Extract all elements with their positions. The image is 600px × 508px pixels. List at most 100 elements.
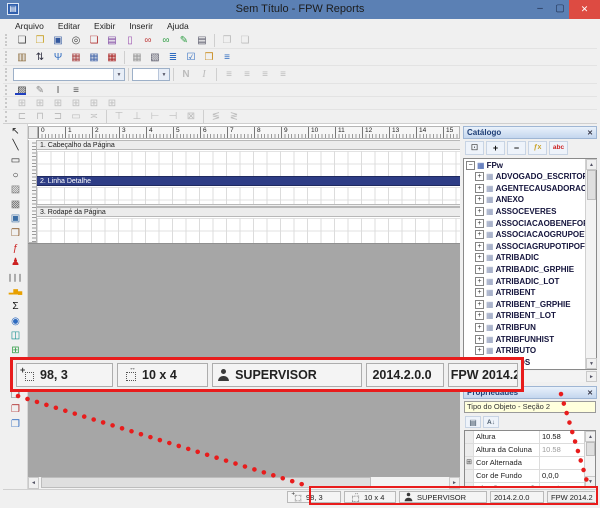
scroll-left-icon[interactable]: ◄ bbox=[28, 477, 39, 489]
align-button[interactable]: ≡ bbox=[274, 67, 292, 82]
toolbar-button[interactable]: ❏ bbox=[13, 33, 31, 48]
scroll-right-icon[interactable]: ► bbox=[586, 371, 597, 382]
palette-tool[interactable]: ❐ bbox=[3, 403, 28, 418]
toolbar-button[interactable]: ▯ bbox=[121, 33, 139, 48]
toolbar-button[interactable]: ∞ bbox=[157, 33, 175, 48]
toolbar-button[interactable]: ▧ bbox=[146, 50, 164, 65]
property-row[interactable]: Altura 10.58 bbox=[465, 431, 595, 444]
toolbar-button[interactable]: Ψ bbox=[49, 50, 67, 65]
palette-tool[interactable]: ◉ bbox=[3, 314, 28, 329]
catalog-tool-button[interactable]: abc bbox=[549, 141, 568, 155]
bold-button[interactable]: N bbox=[177, 67, 195, 82]
catalog-tree-item[interactable]: + ▦ ATRIBENT_GRPHIE bbox=[464, 299, 596, 311]
arrange-button[interactable]: ⊠ bbox=[182, 109, 200, 124]
arrange-button[interactable]: ⊤ bbox=[110, 109, 128, 124]
maximize-button[interactable]: ▢ bbox=[551, 0, 569, 19]
catalog-tree-item[interactable]: + ▦ ASSOCIACAOBENEFOPER bbox=[464, 217, 596, 229]
toolbar-button[interactable]: ❐ bbox=[31, 33, 49, 48]
catalog-tool-button[interactable]: ƒx bbox=[528, 141, 547, 155]
minimize-button[interactable]: – bbox=[531, 0, 549, 19]
catalog-tree-item[interactable]: + ▦ ATRIBFUN bbox=[464, 322, 596, 334]
tree-expand-icon[interactable]: + bbox=[475, 311, 484, 320]
catalog-tree-item[interactable]: + ▦ ASSOCIAGRUPOTIPOFUN bbox=[464, 241, 596, 253]
property-expand-icon[interactable]: ⊞ bbox=[465, 457, 474, 469]
scrollbar-thumb[interactable] bbox=[586, 442, 595, 456]
arrange-button[interactable]: ▭ bbox=[67, 109, 85, 124]
catalog-tree-item[interactable]: + ▦ ATRIBADIC_GRPHIE bbox=[464, 264, 596, 276]
properties-tool-button[interactable]: ▤ bbox=[465, 416, 481, 428]
catalog-tree-item[interactable]: + ▦ ATRIBUTO bbox=[464, 345, 596, 357]
palette-tool[interactable]: ƒ bbox=[3, 241, 28, 256]
catalog-tree-item[interactable]: + ▦ ADVOGADO_ESCRITORIO bbox=[464, 171, 596, 183]
toolbar-button[interactable]: ▦ bbox=[103, 50, 121, 65]
palette-tool[interactable]: ▣ bbox=[3, 212, 28, 227]
toolbar-button[interactable]: ≡ bbox=[218, 50, 236, 65]
palette-tool[interactable]: ♟ bbox=[3, 255, 28, 270]
tree-expand-icon[interactable]: + bbox=[475, 219, 484, 228]
catalog-tree-item[interactable]: + ▦ ATRIBADIC_LOT bbox=[464, 275, 596, 287]
toolbar-button[interactable]: ▤ bbox=[193, 33, 211, 48]
tree-expand-icon[interactable]: + bbox=[475, 300, 484, 309]
toolbar-button[interactable]: ▦ bbox=[67, 50, 85, 65]
toolbar-button[interactable]: ◎ bbox=[67, 33, 85, 48]
tree-expand-icon[interactable]: + bbox=[475, 288, 484, 297]
catalog-tree-item[interactable]: + ▦ ATRIBENT bbox=[464, 287, 596, 299]
toolbar-button[interactable]: ❒ bbox=[200, 50, 218, 65]
tree-expand-icon[interactable]: + bbox=[475, 195, 484, 204]
arrange-button[interactable]: ⊢ bbox=[146, 109, 164, 124]
section-grid-detail-line[interactable] bbox=[37, 187, 460, 204]
catalog-tree-item[interactable]: + ▦ ATRIBFUNHIST bbox=[464, 333, 596, 345]
arrange-button[interactable]: ⊓ bbox=[31, 109, 49, 124]
palette-tool[interactable]: ▭ bbox=[3, 153, 28, 168]
section-band-page-header[interactable]: 1. Cabeçalho da Página bbox=[37, 140, 460, 150]
arrange-button[interactable]: ≍ bbox=[85, 109, 103, 124]
toolbar-button[interactable]: ∞ bbox=[139, 33, 157, 48]
menu-item[interactable]: Exibir bbox=[88, 21, 121, 31]
font-name-combo[interactable]: ▼ bbox=[13, 68, 125, 81]
palette-tool[interactable]: ╲ bbox=[3, 139, 28, 154]
property-row[interactable]: ⊞ Cor Alternada bbox=[465, 457, 595, 470]
tree-expand-icon[interactable]: + bbox=[475, 242, 484, 251]
section-band-detail-line[interactable]: 2. Linha Detalhe bbox=[37, 176, 460, 186]
tree-expand-icon[interactable]: + bbox=[475, 207, 484, 216]
tree-expand-icon[interactable]: + bbox=[475, 277, 484, 286]
toolbar-button[interactable]: ▦ bbox=[128, 50, 146, 65]
palette-tool[interactable]: ○ bbox=[3, 168, 28, 183]
arrange-button[interactable]: ⊏ bbox=[13, 109, 31, 124]
section-grid-page-header[interactable] bbox=[37, 151, 460, 176]
toolbar-grip[interactable] bbox=[5, 68, 10, 82]
palette-tool[interactable]: ∣∣∣ bbox=[3, 270, 28, 285]
toolbar-button[interactable]: ▣ bbox=[49, 33, 67, 48]
menu-item[interactable]: Inserir bbox=[123, 21, 159, 31]
properties-tool-button[interactable]: A↓ bbox=[483, 416, 499, 428]
catalog-tree-item[interactable]: + ▦ ANEXO bbox=[464, 194, 596, 206]
arrange-button[interactable]: ⊣ bbox=[164, 109, 182, 124]
italic-button[interactable]: I bbox=[195, 67, 213, 82]
catalog-tree-item[interactable]: + ▦ ATRIBADIC bbox=[464, 252, 596, 264]
menu-item[interactable]: Ajuda bbox=[161, 21, 195, 31]
toolbar-grip[interactable] bbox=[5, 34, 10, 47]
toolbar-button[interactable]: ❏ bbox=[85, 33, 103, 48]
align-button[interactable]: ≡ bbox=[220, 67, 238, 82]
toolbar-button[interactable]: ⇅ bbox=[31, 50, 49, 65]
properties-close-icon[interactable]: ✕ bbox=[587, 389, 593, 397]
catalog-close-icon[interactable]: ✕ bbox=[587, 129, 593, 137]
scroll-up-icon[interactable]: ▲ bbox=[586, 159, 597, 170]
menu-item[interactable]: Arquivo bbox=[9, 21, 50, 31]
tree-expand-icon[interactable]: + bbox=[475, 184, 484, 193]
toolbar-button[interactable]: ▤ bbox=[103, 33, 121, 48]
palette-tool[interactable]: ▨ bbox=[3, 182, 28, 197]
tree-expand-icon[interactable]: + bbox=[475, 265, 484, 274]
scroll-down-icon[interactable]: ▼ bbox=[586, 358, 597, 369]
menu-item[interactable]: Editar bbox=[52, 21, 86, 31]
catalog-vertical-scrollbar[interactable]: ▲ ▼ bbox=[585, 159, 596, 369]
close-button[interactable]: ✕ bbox=[569, 0, 600, 19]
tree-root-row[interactable]: − ▦ FPw bbox=[464, 159, 596, 171]
arrange-button[interactable]: ⊐ bbox=[49, 109, 67, 124]
toolbar-grip[interactable] bbox=[5, 98, 10, 108]
chevron-down-icon[interactable]: ▼ bbox=[158, 69, 169, 80]
catalog-tree-item[interactable]: + ▦ ASSOCEVERES bbox=[464, 206, 596, 218]
catalog-tree-item[interactable]: + ▦ ATRIBENT_LOT bbox=[464, 310, 596, 322]
tree-expand-icon[interactable]: + bbox=[475, 335, 484, 344]
scroll-up-icon[interactable]: ▲ bbox=[585, 431, 596, 442]
